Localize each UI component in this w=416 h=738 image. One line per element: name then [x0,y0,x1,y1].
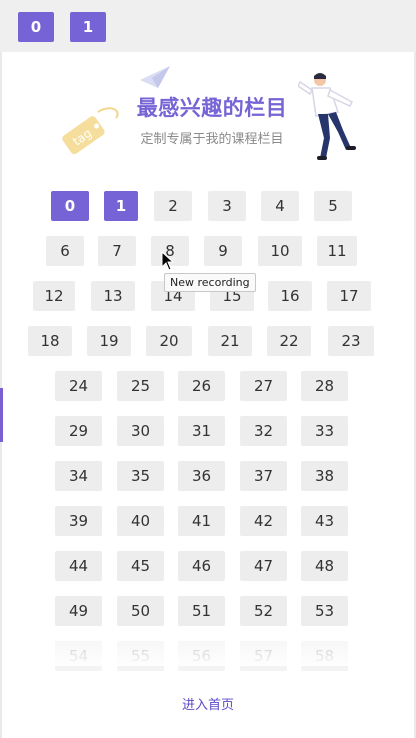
column-item-11[interactable]: 11 [317,236,357,266]
column-item-44[interactable]: 44 [55,551,102,581]
column-item-19[interactable]: 19 [87,326,131,356]
column-item-5[interactable]: 5 [314,191,352,221]
column-item-28[interactable]: 28 [301,371,348,401]
column-item-27[interactable]: 27 [240,371,287,401]
column-item-3[interactable]: 3 [208,191,246,221]
column-item-9[interactable]: 9 [204,236,242,266]
column-item-29[interactable]: 29 [55,416,102,446]
enter-home-link[interactable]: 进入首页 [158,694,258,713]
column-item-1[interactable]: 1 [104,191,138,221]
column-item-55[interactable]: 55 [117,641,164,671]
column-item-2[interactable]: 2 [154,191,192,221]
column-item-12[interactable]: 12 [33,281,75,311]
column-item-37[interactable]: 37 [240,461,287,491]
column-item-40[interactable]: 40 [117,506,164,536]
column-item-50[interactable]: 50 [117,596,164,626]
top-tab-0[interactable]: 0 [18,12,54,42]
column-item-39[interactable]: 39 [55,506,102,536]
column-item-49[interactable]: 49 [55,596,102,626]
column-item-45[interactable]: 45 [117,551,164,581]
jumping-person-illustration [298,73,356,160]
column-item-53[interactable]: 53 [301,596,348,626]
paper-plane-icon [140,66,170,88]
column-item-7[interactable]: 7 [98,236,136,266]
column-item-17[interactable]: 17 [327,281,371,311]
top-tab-1[interactable]: 1 [70,12,106,42]
column-item-43[interactable]: 43 [301,506,348,536]
column-item-41[interactable]: 41 [178,506,225,536]
column-item-23[interactable]: 23 [328,326,374,356]
column-item-51[interactable]: 51 [178,596,225,626]
column-item-13[interactable]: 13 [91,281,135,311]
column-item-30[interactable]: 30 [117,416,164,446]
top-bar: 0 1 [0,0,416,52]
column-item-10[interactable]: 10 [258,236,302,266]
column-item-0[interactable]: 0 [51,191,89,221]
column-item-52[interactable]: 52 [240,596,287,626]
column-item-18[interactable]: 18 [28,326,72,356]
column-item-38[interactable]: 38 [301,461,348,491]
column-item-24[interactable]: 24 [55,371,102,401]
recording-tooltip: New recording [164,273,256,292]
column-item-34[interactable]: 34 [55,461,102,491]
left-accent-marker [0,388,3,442]
column-item-16[interactable]: 16 [268,281,312,311]
column-item-4[interactable]: 4 [261,191,299,221]
column-item-25[interactable]: 25 [117,371,164,401]
column-item-36[interactable]: 36 [178,461,225,491]
page-subtitle: 定制专属于我的课程栏目 [140,132,284,147]
column-item-42[interactable]: 42 [240,506,287,536]
column-item-48[interactable]: 48 [301,551,348,581]
column-item-20[interactable]: 20 [146,326,192,356]
column-item-22[interactable]: 22 [267,326,311,356]
column-item-58[interactable]: 58 [301,641,348,671]
mouse-cursor-icon [161,251,175,271]
tag-icon: tag [62,107,119,155]
column-item-6[interactable]: 6 [46,236,84,266]
column-item-57[interactable]: 57 [240,641,287,671]
column-item-56[interactable]: 56 [178,641,225,671]
column-item-35[interactable]: 35 [117,461,164,491]
column-item-46[interactable]: 46 [178,551,225,581]
column-item-54[interactable]: 54 [55,641,102,671]
column-item-21[interactable]: 21 [208,326,252,356]
page-title: 最感兴趣的栏目 [136,96,288,120]
column-item-26[interactable]: 26 [178,371,225,401]
column-item-32[interactable]: 32 [240,416,287,446]
column-item-31[interactable]: 31 [178,416,225,446]
column-item-47[interactable]: 47 [240,551,287,581]
column-item-33[interactable]: 33 [301,416,348,446]
